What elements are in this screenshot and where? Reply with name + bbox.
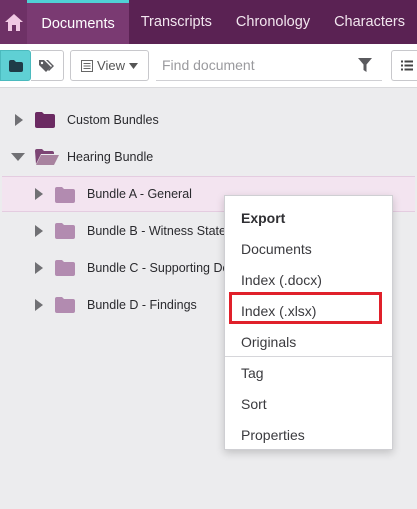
caret-right-icon[interactable] <box>34 299 44 311</box>
caret-right-icon[interactable] <box>34 188 44 200</box>
tab-documents[interactable]: Documents <box>27 0 129 44</box>
filter-icon[interactable] <box>358 58 372 73</box>
folder-icon <box>55 223 75 239</box>
tree-item-label: Hearing Bundle <box>67 150 154 164</box>
view-label: View <box>97 58 125 73</box>
tab-characters[interactable]: Characters <box>322 0 417 44</box>
folder-icon <box>8 59 23 72</box>
tag-view-toggle[interactable] <box>31 50 64 81</box>
caret-down-icon <box>128 62 138 69</box>
list-menu-button[interactable] <box>391 50 417 81</box>
caret-right-icon[interactable] <box>14 114 24 126</box>
folder-icon <box>35 112 55 128</box>
folder-icon <box>55 187 75 203</box>
caret-right-icon[interactable] <box>34 225 44 237</box>
tree-item-label: Bundle B - Witness Statem <box>87 224 237 238</box>
list-view-icon <box>81 59 94 72</box>
tree-item-label: Bundle A - General <box>87 187 192 201</box>
menu-item-sort[interactable]: Sort <box>225 388 392 419</box>
top-nav: Documents Transcripts Chronology Charact… <box>0 0 417 44</box>
find-document-input[interactable] <box>156 50 382 81</box>
toolbar: View <box>0 44 417 88</box>
menu-header-export: Export <box>241 209 286 226</box>
tab-chronology[interactable]: Chronology <box>224 0 322 44</box>
tree-item-label: Bundle C - Supporting Doc <box>87 261 236 275</box>
caret-right-icon[interactable] <box>34 262 44 274</box>
context-menu: Export Documents Index (.docx) Index (.x… <box>224 195 393 450</box>
menu-item-documents[interactable]: Documents <box>225 233 392 264</box>
tab-transcripts[interactable]: Transcripts <box>129 0 224 44</box>
tree-item-label: Bundle D - Findings <box>87 298 197 312</box>
menu-item-index-docx[interactable]: Index (.docx) <box>225 264 392 295</box>
tree-item-custom-bundles[interactable]: Custom Bundles <box>0 102 417 138</box>
folder-view-toggle[interactable] <box>0 50 31 81</box>
menu-item-tag[interactable]: Tag <box>225 357 392 388</box>
menu-item-index-xlsx[interactable]: Index (.xlsx) <box>225 295 392 326</box>
view-dropdown-button[interactable]: View <box>70 50 149 81</box>
caret-down-icon[interactable] <box>11 152 25 162</box>
tree-item-hearing-bundle[interactable]: Hearing Bundle <box>0 139 417 175</box>
tree-item-label: Custom Bundles <box>67 113 159 127</box>
home-button[interactable] <box>0 0 28 44</box>
folder-icon <box>55 297 75 313</box>
folder-icon <box>55 260 75 276</box>
list-icon <box>400 60 413 71</box>
menu-item-originals[interactable]: Originals <box>225 326 392 357</box>
home-icon <box>4 13 23 31</box>
folder-open-icon <box>35 149 59 165</box>
menu-item-properties[interactable]: Properties <box>225 419 392 450</box>
tags-icon <box>38 59 54 72</box>
